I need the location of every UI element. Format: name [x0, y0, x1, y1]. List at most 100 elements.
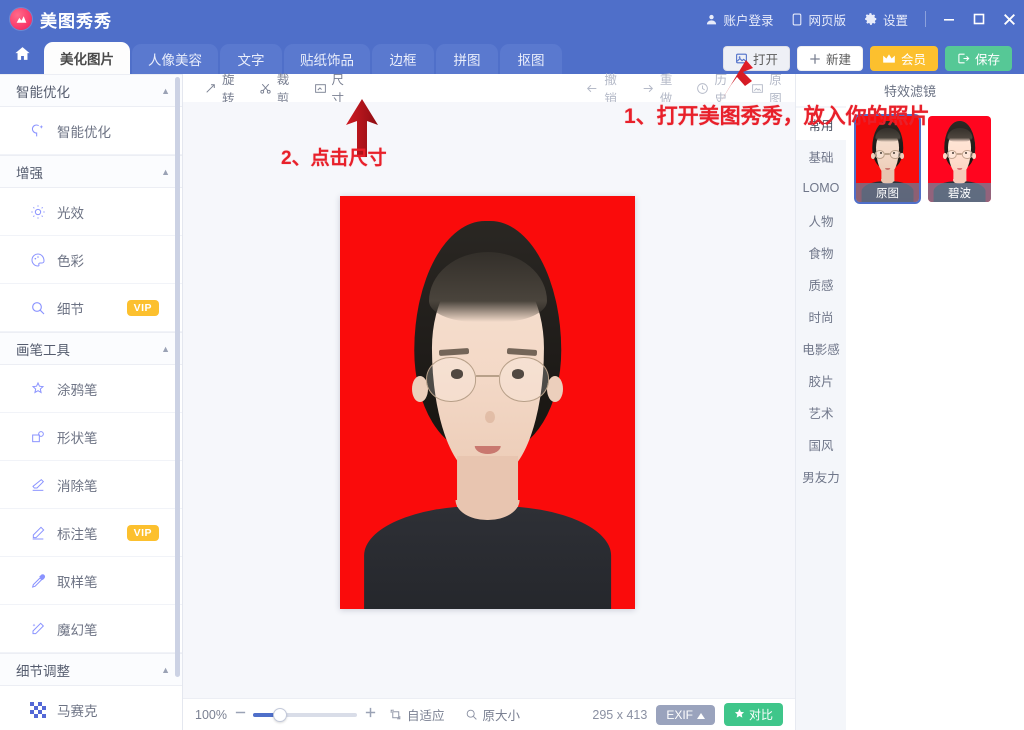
- id-photo-image: [340, 196, 635, 609]
- compare-button[interactable]: 对比: [723, 703, 783, 726]
- filter-category-胶片[interactable]: 胶片: [796, 364, 846, 396]
- sidebar-group-增强[interactable]: 增强 ▲: [0, 155, 182, 188]
- filter-category-LOMO[interactable]: LOMO: [796, 172, 846, 204]
- save-label: 保存: [974, 53, 1000, 67]
- zoom-in-button[interactable]: [361, 706, 379, 723]
- sidebar-item-消除笔[interactable]: 消除笔: [0, 461, 182, 509]
- zoom-out-button[interactable]: [231, 706, 249, 723]
- sidebar-group-title: 画笔工具: [16, 342, 70, 358]
- fit-screen-button[interactable]: 自适应: [379, 705, 455, 724]
- account-login-button[interactable]: 账户登录: [696, 0, 782, 38]
- photo-canvas[interactable]: [340, 196, 635, 609]
- vip-button[interactable]: 会员: [869, 46, 938, 71]
- filter-thumbnail-grid: 原图 碧波: [846, 106, 1024, 730]
- tab-贴纸饰品[interactable]: 贴纸饰品: [284, 44, 370, 74]
- sidebar-item-取样笔[interactable]: 取样笔: [0, 557, 182, 605]
- resize-button[interactable]: 尺寸: [303, 73, 358, 106]
- chevron-up-icon[interactable]: ▲: [161, 86, 170, 96]
- sidebar-item-马赛克[interactable]: 马赛克: [0, 686, 182, 730]
- exif-button[interactable]: EXIF: [656, 704, 715, 725]
- minimize-button[interactable]: [934, 0, 964, 38]
- redo-button[interactable]: 重做: [630, 73, 686, 106]
- close-button[interactable]: [994, 0, 1024, 38]
- left-sidebar[interactable]: 智能优化 ▲ 智能优化 增强 ▲ 光效 色彩 细节 VIP 画笔工具 ▲ 涂鸦笔…: [0, 74, 183, 730]
- sidebar-group-画笔工具[interactable]: 画笔工具 ▲: [0, 332, 182, 365]
- filter-category-基础[interactable]: 基础: [796, 140, 846, 172]
- filter-category-国风[interactable]: 国风: [796, 428, 846, 460]
- sidebar-item-涂鸦笔[interactable]: 涂鸦笔: [0, 365, 182, 413]
- filter-category-质感[interactable]: 质感: [796, 268, 846, 300]
- sidebar-item-魔幻笔[interactable]: 魔幻笔: [0, 605, 182, 653]
- filter-panel: 特效滤镜 常用 基础 LOMO 人物 食物 质感 时尚 电影感 胶片 艺术 国风…: [795, 74, 1024, 730]
- sidebar-item-label: 智能优化: [57, 124, 111, 140]
- tab-美化图片[interactable]: 美化图片: [44, 42, 130, 74]
- filter-category-list[interactable]: 常用 基础 LOMO 人物 食物 质感 时尚 电影感 胶片 艺术 国风 男友力: [796, 106, 846, 730]
- filter-category-食物[interactable]: 食物: [796, 236, 846, 268]
- work-toolbar: 旋转 裁剪 尺寸 撤销 重做 历史 原图: [183, 73, 795, 106]
- sidebar-item-形状笔[interactable]: 形状笔: [0, 413, 182, 461]
- titlebar-divider: [925, 11, 926, 27]
- filter-thumbnail-碧波[interactable]: 碧波: [928, 116, 991, 202]
- settings-button[interactable]: 设置: [855, 0, 917, 38]
- history-button[interactable]: 历史: [685, 73, 740, 106]
- sidebar-item-智能优化[interactable]: 智能优化: [0, 107, 182, 155]
- web-version-button[interactable]: 网页版: [782, 0, 855, 38]
- titlebar-right: 账户登录 网页版 设置: [696, 0, 1024, 38]
- filter-category-人物[interactable]: 人物: [796, 204, 846, 236]
- gear-icon: [864, 12, 878, 26]
- tab-人像美容[interactable]: 人像美容: [132, 44, 218, 74]
- minimize-icon: [942, 12, 956, 26]
- tab-抠图[interactable]: 抠图: [500, 44, 562, 74]
- bottom-right-group: 295 x 413 EXIF 对比: [592, 703, 795, 726]
- filter-category-艺术[interactable]: 艺术: [796, 396, 846, 428]
- open-button[interactable]: 打开: [722, 46, 790, 71]
- sidebar-group-title: 细节调整: [16, 663, 70, 679]
- tab-边框[interactable]: 边框: [372, 44, 434, 74]
- tab-拼图[interactable]: 拼图: [436, 44, 498, 74]
- settings-label: 设置: [882, 13, 908, 28]
- original-image-button[interactable]: 原图: [740, 73, 795, 106]
- filter-category-时尚[interactable]: 时尚: [796, 300, 846, 332]
- filter-category-男友力[interactable]: 男友力: [796, 460, 846, 492]
- sidebar-item-光效[interactable]: 光效: [0, 188, 182, 236]
- maximize-button[interactable]: [964, 0, 994, 38]
- tab-label: 美化图片: [60, 52, 114, 67]
- undo-button[interactable]: 撤销: [574, 73, 630, 106]
- chevron-up-icon[interactable]: ▲: [161, 167, 170, 177]
- rotate-button[interactable]: 旋转: [193, 73, 248, 106]
- vip-badge: VIP: [126, 299, 159, 316]
- actual-size-button[interactable]: 原大小: [455, 705, 531, 724]
- crown-icon: [882, 53, 896, 64]
- filter-category-电影感[interactable]: 电影感: [796, 332, 846, 364]
- sidebar-item-细节[interactable]: 细节 VIP: [0, 284, 182, 332]
- sidebar-item-标注笔[interactable]: 标注笔 VIP: [0, 509, 182, 557]
- sun-icon: [30, 204, 46, 220]
- zoom-percent-label: 100%: [195, 707, 227, 722]
- save-button[interactable]: 保存: [944, 46, 1012, 71]
- sidebar-group-细节调整[interactable]: 细节调整 ▲: [0, 653, 182, 686]
- export-icon: [957, 52, 970, 65]
- chevron-up-icon[interactable]: ▲: [161, 344, 170, 354]
- web-version-label: 网页版: [808, 13, 846, 28]
- chevron-up-icon[interactable]: ▲: [161, 665, 170, 675]
- undo-arrow-icon: [585, 82, 599, 95]
- crop-button[interactable]: 裁剪: [248, 73, 303, 106]
- star-icon: [734, 708, 745, 722]
- zoom-slider[interactable]: [253, 707, 357, 722]
- close-icon: [1002, 12, 1017, 27]
- sidebar-item-色彩[interactable]: 色彩: [0, 236, 182, 284]
- home-button[interactable]: [0, 38, 44, 74]
- sidebar-item-label: 光效: [57, 205, 84, 221]
- zoom-slider-handle[interactable]: [273, 707, 287, 722]
- sidebar-scrollbar[interactable]: [175, 77, 180, 677]
- marker-pen-icon: [30, 525, 46, 541]
- sidebar-group-智能优化[interactable]: 智能优化 ▲: [0, 74, 182, 107]
- new-button[interactable]: 新建: [796, 46, 863, 71]
- magic-pen-icon: [30, 621, 46, 637]
- canvas-area[interactable]: [183, 102, 795, 698]
- sidebar-item-label: 形状笔: [57, 430, 98, 446]
- image-open-icon: [735, 52, 748, 65]
- account-login-label: 账户登录: [723, 13, 774, 28]
- resize-icon: [314, 82, 327, 95]
- mosaic-icon: [30, 701, 46, 718]
